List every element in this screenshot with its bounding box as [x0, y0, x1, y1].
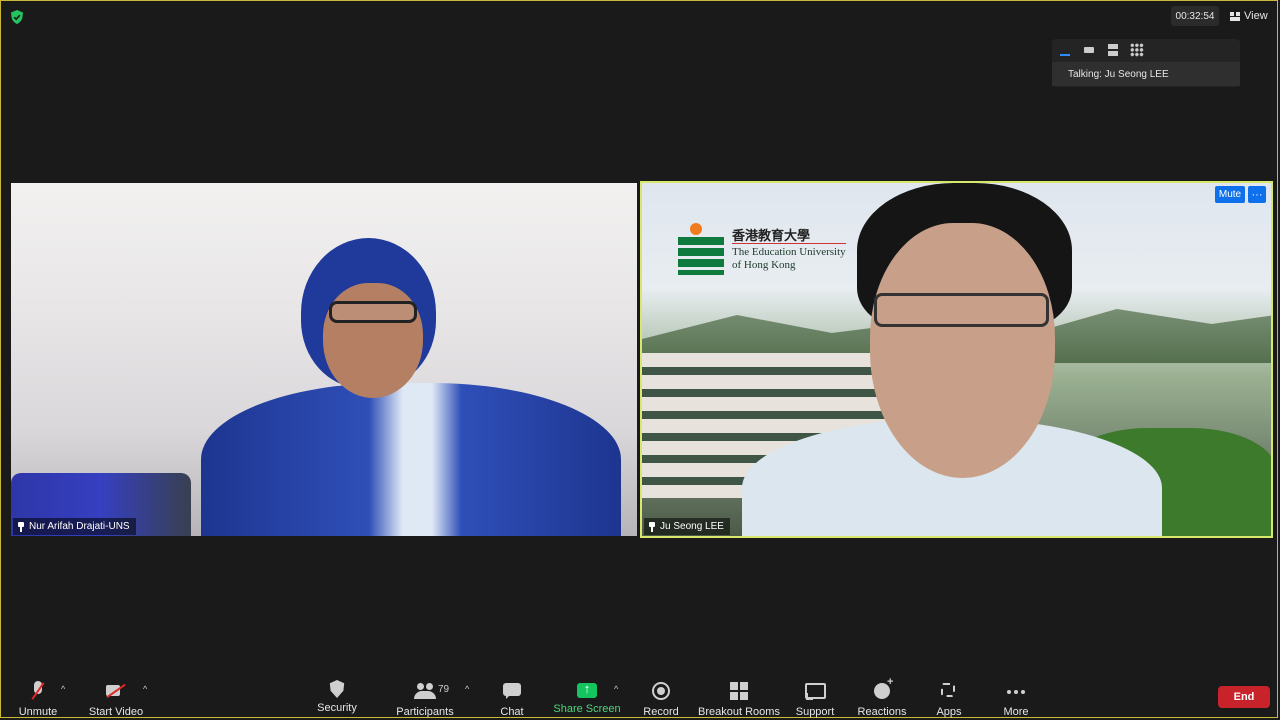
speaker-name: Ju Seong LEE [660, 521, 724, 532]
view-grid-icon [1230, 11, 1240, 21]
support-cast-icon [804, 680, 826, 702]
start-video-label: Start Video [88, 706, 144, 718]
university-name: 香港教育大學 The Education University of Hong … [732, 229, 846, 272]
record-icon [650, 680, 672, 702]
end-meeting-button[interactable]: End [1218, 686, 1270, 708]
record-label: Record [643, 706, 679, 718]
video-tile-active-speaker[interactable]: 香港教育大學 The Education University of Hong … [640, 181, 1273, 538]
meeting-toolbar: Unmute ^ Start Video ^ Security Particip… [0, 672, 1280, 720]
record-button[interactable]: Record [640, 672, 682, 720]
video-options-caret[interactable]: ^ [143, 684, 147, 694]
speaker-face [870, 223, 1055, 478]
speaker-layout-panel: Talking: Ju Seong LEE [1052, 39, 1240, 87]
view-label: View [1244, 10, 1268, 22]
start-video-button[interactable]: Start Video [88, 672, 144, 720]
unmute-label: Unmute [18, 706, 58, 718]
participants-options-caret[interactable]: ^ [465, 684, 469, 694]
participant-name-tag: Nur Arifah Drajati-UNS [13, 518, 136, 535]
muted-pin-icon [648, 521, 656, 532]
muted-pin-icon [17, 521, 25, 532]
participant-name: Nur Arifah Drajati-UNS [29, 521, 130, 532]
speaker-view-icon[interactable] [1058, 43, 1072, 57]
chat-bubble-icon [501, 680, 523, 702]
mute-participant-button[interactable]: Mute [1215, 186, 1245, 203]
university-name-en-1: The Education University [732, 245, 846, 258]
speaker-name-tag: Ju Seong LEE [644, 518, 730, 535]
share-screen-icon [577, 681, 597, 698]
speaker-glasses [874, 293, 1049, 327]
reactions-label: Reactions [857, 706, 907, 718]
eduhk-emblem-icon [678, 223, 724, 277]
audio-options-caret[interactable]: ^ [61, 684, 65, 694]
apps-button[interactable]: Apps [934, 672, 964, 720]
chat-button[interactable]: Chat [496, 672, 528, 720]
reactions-emoji-icon [871, 676, 893, 702]
minimized-view-icon[interactable] [1082, 43, 1096, 57]
video-off-icon [105, 680, 127, 702]
participants-button[interactable]: Participants [396, 672, 454, 720]
university-name-zh: 香港教育大學 [732, 229, 846, 244]
security-label: Security [317, 702, 357, 714]
share-options-caret[interactable]: ^ [614, 684, 618, 694]
video-tile-participant-1[interactable]: Nur Arifah Drajati-UNS [11, 183, 637, 536]
support-button[interactable]: Support [794, 672, 836, 720]
participant-glasses [329, 301, 417, 323]
breakout-rooms-button[interactable]: Breakout Rooms [698, 672, 780, 720]
more-dots-icon [1005, 680, 1027, 702]
view-button[interactable]: View [1230, 6, 1268, 26]
participants-count: 79 [438, 684, 450, 695]
strip-view-icon[interactable] [1106, 43, 1120, 57]
gallery-view-icon[interactable] [1130, 43, 1144, 57]
unmute-button[interactable]: Unmute [18, 672, 58, 720]
participant-more-button[interactable]: ··· [1248, 186, 1266, 203]
breakout-rooms-label: Breakout Rooms [698, 706, 780, 718]
talking-indicator: Talking: Ju Seong LEE [1052, 62, 1240, 86]
encryption-shield-icon[interactable] [10, 10, 24, 24]
security-shield-icon [329, 680, 345, 698]
reactions-button[interactable]: Reactions [857, 672, 907, 720]
muted-microphone-icon [27, 680, 49, 702]
participants-label: Participants [396, 706, 454, 718]
chat-label: Chat [500, 706, 524, 718]
apps-icon [938, 680, 960, 702]
university-name-en-2: of Hong Kong [732, 258, 796, 271]
university-logo: 香港教育大學 The Education University of Hong … [678, 223, 846, 277]
layout-selector [1058, 43, 1144, 57]
share-screen-label: Share Screen [553, 703, 621, 715]
share-screen-button[interactable]: Share Screen [553, 672, 621, 720]
participants-icon [414, 680, 436, 702]
support-label: Support [795, 706, 835, 718]
breakout-rooms-icon [728, 680, 750, 702]
security-button[interactable]: Security [314, 672, 360, 720]
apps-label: Apps [936, 706, 962, 718]
more-label: More [1003, 706, 1029, 718]
participant-body [201, 383, 621, 536]
meeting-timer: 00:32:54 [1171, 6, 1219, 26]
more-button[interactable]: More [1000, 672, 1032, 720]
